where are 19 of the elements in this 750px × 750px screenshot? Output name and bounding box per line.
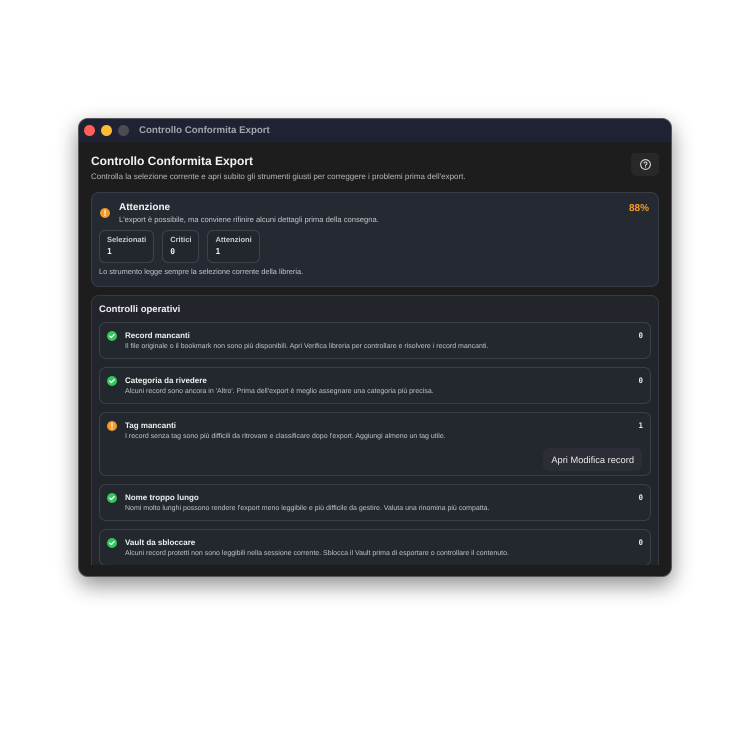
stat-value: 0	[170, 247, 176, 257]
open-edit-record-button[interactable]: Apri Modifica record	[543, 448, 642, 471]
help-icon	[640, 158, 650, 170]
stat-value: 1	[215, 247, 222, 257]
panel-title: Controlli operativi	[99, 304, 182, 316]
summary-title: Attenzione	[119, 201, 172, 214]
check-title: Vault da sbloccare	[125, 537, 196, 548]
help-button[interactable]	[631, 153, 659, 176]
stat-value: 1	[107, 247, 113, 257]
check-title: Categoria da rivedere	[125, 375, 207, 386]
window-title: Controllo Conformita Export	[139, 125, 270, 136]
close-button[interactable]	[84, 125, 95, 136]
minimize-button[interactable]	[101, 125, 112, 136]
check-title: Tag mancanti	[125, 420, 176, 431]
page-title: Controllo Conformita Export	[91, 153, 254, 169]
check-title: Record mancanti	[125, 330, 190, 341]
check-title: Nome troppo lungo	[125, 492, 199, 503]
page-subtitle: Controlla la selezione corrente e apri subito gli strumenti giusti per correggere i problemi prima dell'export.	[91, 171, 466, 183]
score-value: 88%	[628, 202, 649, 214]
